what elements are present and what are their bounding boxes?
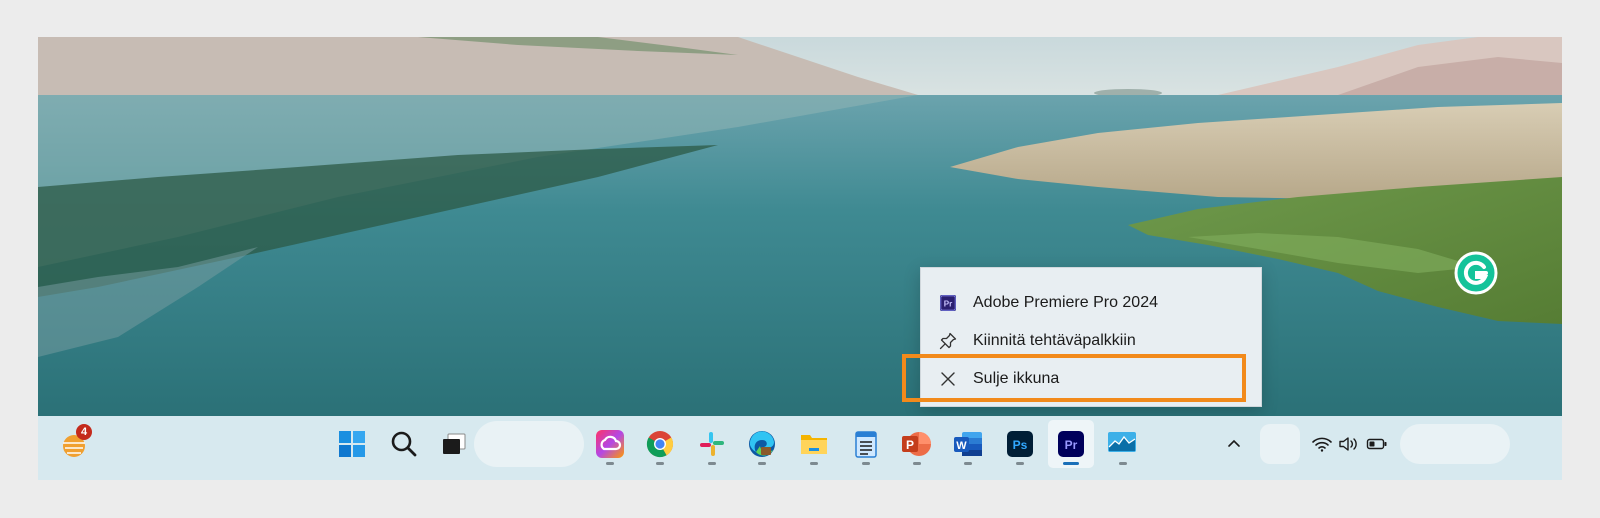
monitor-app-icon [1108,432,1136,452]
taskbar-app-notepad[interactable] [848,426,884,462]
widgets-button[interactable]: 4 [56,424,96,462]
taskbar-app-creative-cloud[interactable] [592,426,628,462]
running-indicator [1119,462,1127,465]
volume-icon[interactable] [1338,436,1358,452]
svg-text:Pr: Pr [944,300,952,309]
taskbar-app-file-explorer[interactable] [796,426,832,462]
search-button[interactable] [386,426,422,462]
edge-icon [749,431,775,457]
premiere-letters: Pr [1065,438,1078,452]
tray-icon-redacted[interactable] [1260,424,1300,464]
grammarly-icon [1454,251,1498,295]
search-box-redacted[interactable] [474,421,584,467]
taskbar-app-powerpoint[interactable]: P [898,426,934,462]
creative-cloud-icon [596,430,624,458]
file-explorer-icon [801,435,827,454]
running-indicator [1016,462,1024,465]
wifi-icon[interactable] [1312,436,1332,452]
running-indicator [708,462,716,465]
photoshop-icon: Ps [1007,431,1033,457]
taskbar-app-word[interactable]: W [950,426,986,462]
desktop-wallpaper [38,37,1562,424]
premiere-pro-icon: Pr [939,294,957,312]
taskbar-app-photoshop[interactable]: Ps [1002,426,1038,462]
running-indicator [606,462,614,465]
word-icon: W [954,432,982,456]
active-indicator [1063,462,1079,465]
task-view-button[interactable] [436,426,472,462]
chevron-up-icon [1228,439,1240,447]
start-button[interactable] [334,426,370,462]
menu-item-close-window[interactable]: Sulje ikkuna [921,360,1263,398]
running-indicator [913,462,921,465]
windows-start-icon [339,431,365,457]
notepad-icon [855,431,877,458]
screen: Pr Adobe Premiere Pro 2024 Kiinnitä teht… [38,37,1562,480]
notification-badge: 4 [76,424,92,440]
taskbar-app-premiere-pro[interactable]: Pr [1053,426,1089,462]
chrome-icon [646,431,674,458]
premiere-pro-icon: Pr [1058,431,1084,457]
powerpoint-icon: P [902,432,931,456]
task-view-icon [443,433,466,454]
running-indicator [758,462,766,465]
taskbar-app-monitor[interactable] [1104,426,1140,462]
menu-item-pin-to-taskbar[interactable]: Kiinnitä tehtäväpalkkiin [921,322,1263,360]
running-indicator [964,462,972,465]
taskbar: 4 P W Ps Pr [38,416,1562,480]
menu-item-label: Sulje ikkuna [973,370,1060,387]
menu-item-label: Kiinnitä tehtäväpalkkiin [973,332,1136,349]
taskbar-app-slack[interactable] [694,426,730,462]
running-indicator [656,462,664,465]
word-letter: W [956,440,967,452]
lake-wallpaper [38,37,1562,424]
search-icon [391,431,417,457]
show-hidden-icons-button[interactable] [1222,426,1246,462]
running-indicator [810,462,818,465]
running-indicator [862,462,870,465]
grammarly-button[interactable] [1454,251,1498,295]
battery-icon[interactable] [1366,436,1387,452]
close-icon [939,370,957,388]
slack-icon [700,432,724,456]
pin-icon [939,332,957,350]
menu-item-open-premiere[interactable]: Pr Adobe Premiere Pro 2024 [921,284,1263,322]
menu-item-label: Adobe Premiere Pro 2024 [973,294,1158,311]
photoshop-letters: Ps [1013,438,1028,452]
clock-redacted[interactable] [1400,424,1510,464]
taskbar-app-edge[interactable] [744,426,780,462]
taskbar-app-chrome[interactable] [642,426,678,462]
taskbar-jump-list: Pr Adobe Premiere Pro 2024 Kiinnitä teht… [920,267,1262,407]
powerpoint-letter: P [906,438,914,452]
